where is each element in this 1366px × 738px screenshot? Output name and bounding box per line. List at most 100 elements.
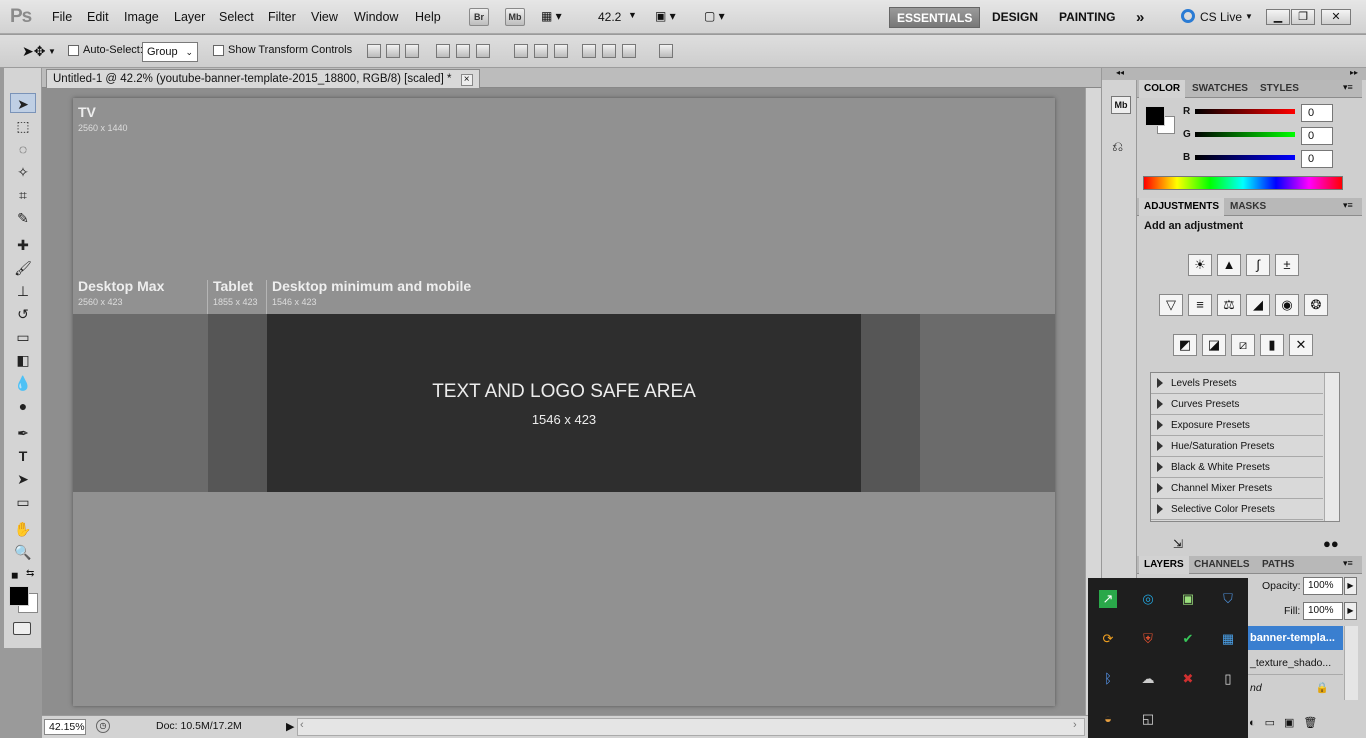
lasso-tool-icon[interactable]: ◌ [10, 139, 36, 159]
tab-paths[interactable]: PATHS [1257, 556, 1299, 574]
distribute-left-icon[interactable] [582, 44, 596, 58]
preset-selective-color[interactable]: Selective Color Presets [1151, 499, 1323, 520]
close-document-icon[interactable]: × [460, 74, 473, 86]
gradient-tool-icon[interactable]: ◧ [10, 350, 36, 370]
preset-black-white[interactable]: Black & White Presets [1151, 457, 1323, 478]
fill-arrow-icon[interactable]: ▶ [1344, 602, 1357, 620]
close-button[interactable]: ✕ [1321, 9, 1351, 25]
menu-view[interactable]: View [311, 10, 338, 24]
preset-levels[interactable]: Levels Presets [1151, 373, 1323, 394]
mini-bridge-button[interactable]: Mb [505, 8, 525, 26]
rectangle-tool-icon[interactable]: ▭ [10, 492, 36, 512]
auto-select-dropdown[interactable]: Group ⌄ [142, 42, 198, 62]
gradient-map-icon[interactable]: ▮ [1260, 334, 1284, 356]
opacity-field[interactable]: 100% [1303, 577, 1343, 595]
quick-mask-icon[interactable] [13, 622, 31, 635]
posterize-icon[interactable]: ◪ [1202, 334, 1226, 356]
security-shield-icon[interactable]: ⛉ [1219, 590, 1237, 608]
curves-icon[interactable]: ∫ [1246, 254, 1270, 276]
green-slider[interactable] [1195, 132, 1295, 137]
disconnected-icon[interactable]: ✖ [1179, 670, 1197, 688]
arrange-documents-icon[interactable]: ▣ ▾ [655, 9, 676, 23]
menu-select[interactable]: Select [219, 10, 254, 24]
distribute-hcenter-icon[interactable] [602, 44, 616, 58]
blue-value-field[interactable]: 0 [1301, 150, 1333, 168]
selective-color-icon[interactable]: ✕ [1289, 334, 1313, 356]
status-info-icon[interactable]: ◷ [96, 719, 110, 733]
menu-window[interactable]: Window [354, 10, 398, 24]
display-manager-icon[interactable]: ▣ [1179, 590, 1197, 608]
threshold-icon[interactable]: ⧄ [1231, 334, 1255, 356]
bluetooth-icon[interactable]: ᛒ [1099, 670, 1117, 688]
chevron-down-icon[interactable]: ▼ [48, 47, 56, 56]
tab-channels[interactable]: CHANNELS [1189, 556, 1255, 574]
auto-align-icon[interactable] [659, 44, 673, 58]
preset-curves[interactable]: Curves Presets [1151, 394, 1323, 415]
more-workspaces-button[interactable]: » [1129, 7, 1151, 28]
eraser-tool-icon[interactable]: ▭ [10, 327, 36, 347]
red-value-field[interactable]: 0 [1301, 104, 1333, 122]
align-bottom-icon[interactable] [405, 44, 419, 58]
layers-scrollbar[interactable] [1344, 626, 1358, 700]
workspace-design[interactable]: DESIGN [985, 7, 1045, 28]
tab-adjustments[interactable]: ADJUSTMENTS [1139, 198, 1225, 216]
tab-layers[interactable]: LAYERS [1139, 556, 1189, 574]
type-tool-icon[interactable]: T [10, 446, 36, 466]
preset-channel-mixer[interactable]: Channel Mixer Presets [1151, 478, 1323, 499]
restore-button[interactable]: ❐ [1291, 9, 1315, 25]
show-transform-checkbox[interactable] [213, 44, 224, 56]
layer-row[interactable]: _texture_shado... [1248, 651, 1343, 675]
marquee-tool-icon[interactable]: ⬚ [10, 116, 36, 136]
invert-icon[interactable]: ◩ [1173, 334, 1197, 356]
collapse-dock-icon[interactable]: ◂◂ [1102, 68, 1138, 80]
menu-edit[interactable]: Edit [87, 10, 109, 24]
distribute-right-icon[interactable] [622, 44, 636, 58]
align-hcenter-icon[interactable] [456, 44, 470, 58]
blue-slider[interactable] [1195, 155, 1295, 160]
photo-filter-icon[interactable]: ◉ [1275, 294, 1299, 316]
cs-live-button[interactable]: CS Live [1200, 10, 1242, 24]
fill-field[interactable]: 100% [1303, 602, 1343, 620]
expand-panels-icon[interactable]: ▸▸ [1137, 68, 1366, 80]
bridge-button[interactable]: Br [469, 8, 489, 26]
chevron-down-icon[interactable]: ▼ [628, 10, 637, 20]
history-brush-tool-icon[interactable]: ↺ [10, 304, 36, 324]
crop-tool-icon[interactable]: ⌗ [10, 185, 36, 205]
pen-tool-icon[interactable]: ✒ [10, 423, 36, 443]
healing-brush-tool-icon[interactable]: ✚ [10, 235, 36, 255]
usb-device-icon[interactable]: ▯ [1219, 670, 1237, 688]
tab-color[interactable]: COLOR [1139, 80, 1186, 98]
menu-layer[interactable]: Layer [174, 10, 205, 24]
network-tool-icon[interactable]: ◎ [1139, 590, 1157, 608]
foreground-color-swatch[interactable] [9, 586, 29, 606]
align-vcenter-icon[interactable] [386, 44, 400, 58]
antivirus-icon[interactable]: ⛨ [1139, 630, 1157, 648]
brush-tool-icon[interactable]: 🖌 [10, 258, 36, 278]
move-tool-icon[interactable]: ➤ [10, 93, 36, 113]
horizontal-scrollbar[interactable] [297, 718, 1085, 736]
swap-colors-icon[interactable]: ⇆ [26, 568, 34, 579]
workspace-essentials[interactable]: ESSENTIALS [889, 7, 981, 28]
distribute-top-icon[interactable] [514, 44, 528, 58]
scroll-right-icon[interactable]: › [1073, 719, 1077, 731]
performance-monitor-icon[interactable]: ↗ [1099, 590, 1117, 608]
view-extras-icon[interactable]: ▦ ▾ [541, 9, 577, 25]
color-balance-icon[interactable]: ⚖ [1217, 294, 1241, 316]
presets-scrollbar[interactable] [1324, 373, 1339, 521]
scroll-left-icon[interactable]: ‹ [300, 719, 304, 731]
auto-select-checkbox[interactable] [68, 44, 79, 56]
exposure-icon[interactable]: ± [1275, 254, 1299, 276]
zoom-tool-icon[interactable]: 🔍 [10, 542, 36, 562]
blur-tool-icon[interactable]: 💧 [10, 373, 36, 393]
adjustment-options-icon[interactable]: ●● [1323, 536, 1339, 551]
layer-actions-bar[interactable]: ◐▭▣🗑 [1249, 716, 1326, 729]
menu-image[interactable]: Image [124, 10, 159, 24]
color-spectrum-bar[interactable] [1143, 176, 1343, 190]
panel-menu-icon[interactable]: ▾≡ [1343, 82, 1353, 93]
cloud-icon[interactable]: ☁ [1139, 670, 1157, 688]
screen-mode-icon[interactable]: ▢ ▾ [704, 9, 725, 23]
weather-icon[interactable]: ◒ [1099, 710, 1117, 728]
magic-wand-tool-icon[interactable]: ✧ [10, 162, 36, 182]
opacity-arrow-icon[interactable]: ▶ [1344, 577, 1357, 595]
history-panel-icon[interactable]: ⎌ [1112, 138, 1123, 155]
